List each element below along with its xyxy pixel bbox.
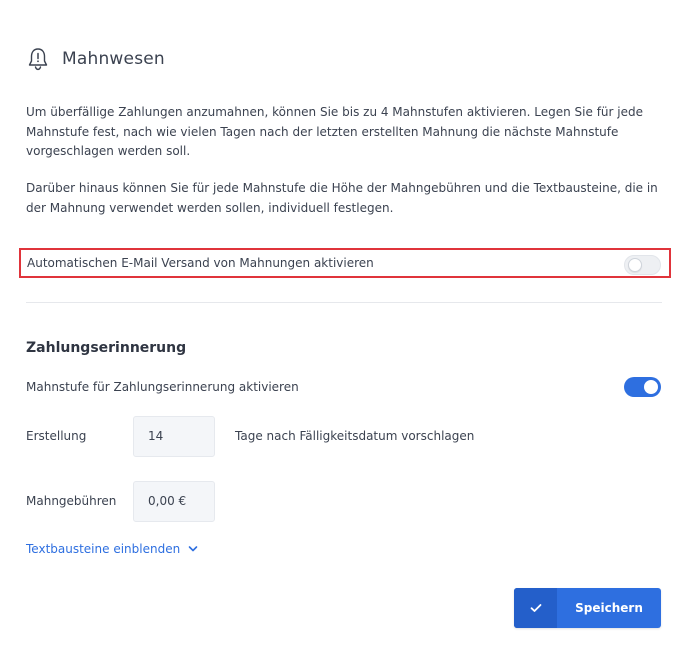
reminder-activate-toggle[interactable] xyxy=(624,377,661,397)
show-textblocks-label: Textbausteine einblenden xyxy=(26,542,181,556)
check-icon xyxy=(530,604,541,612)
fee-input[interactable]: 0,00 € xyxy=(133,481,215,522)
email-dispatch-toggle[interactable] xyxy=(624,255,661,275)
toggle-knob xyxy=(644,380,658,394)
reminder-section-title: Zahlungserinnerung xyxy=(26,340,187,356)
email-dispatch-row: Automatischen E-Mail Versand von Mahnung… xyxy=(19,248,671,278)
save-button[interactable]: Speichern xyxy=(514,588,661,628)
chevron-down-icon xyxy=(188,546,198,552)
creation-days-input[interactable]: 14 xyxy=(133,416,215,457)
intro-paragraph-1: Um überfällige Zahlungen anzumahnen, kön… xyxy=(26,105,643,158)
toggle-knob xyxy=(628,258,642,272)
save-icon-area xyxy=(514,588,557,628)
save-button-label: Speichern xyxy=(575,601,643,615)
fee-label: Mahngebühren xyxy=(26,494,117,508)
reminder-activate-label: Mahnstufe für Zahlungserinnerung aktivie… xyxy=(26,380,299,394)
page-title: Mahnwesen xyxy=(62,49,165,69)
email-dispatch-label: Automatischen E-Mail Versand von Mahnung… xyxy=(27,256,374,270)
creation-label: Erstellung xyxy=(26,429,87,443)
bell-icon xyxy=(28,48,48,71)
intro-paragraph-2: Darüber hinaus können Sie für jede Mahns… xyxy=(26,181,658,215)
section-divider xyxy=(26,302,662,303)
section-header: Mahnwesen xyxy=(26,44,165,74)
creation-days-suffix: Tage nach Fälligkeitsdatum vorschlagen xyxy=(235,429,475,443)
show-textblocks-link[interactable]: Textbausteine einblenden xyxy=(26,542,198,556)
dunning-settings-page: Mahnwesen Um überfällige Zahlungen anzum… xyxy=(0,0,688,656)
